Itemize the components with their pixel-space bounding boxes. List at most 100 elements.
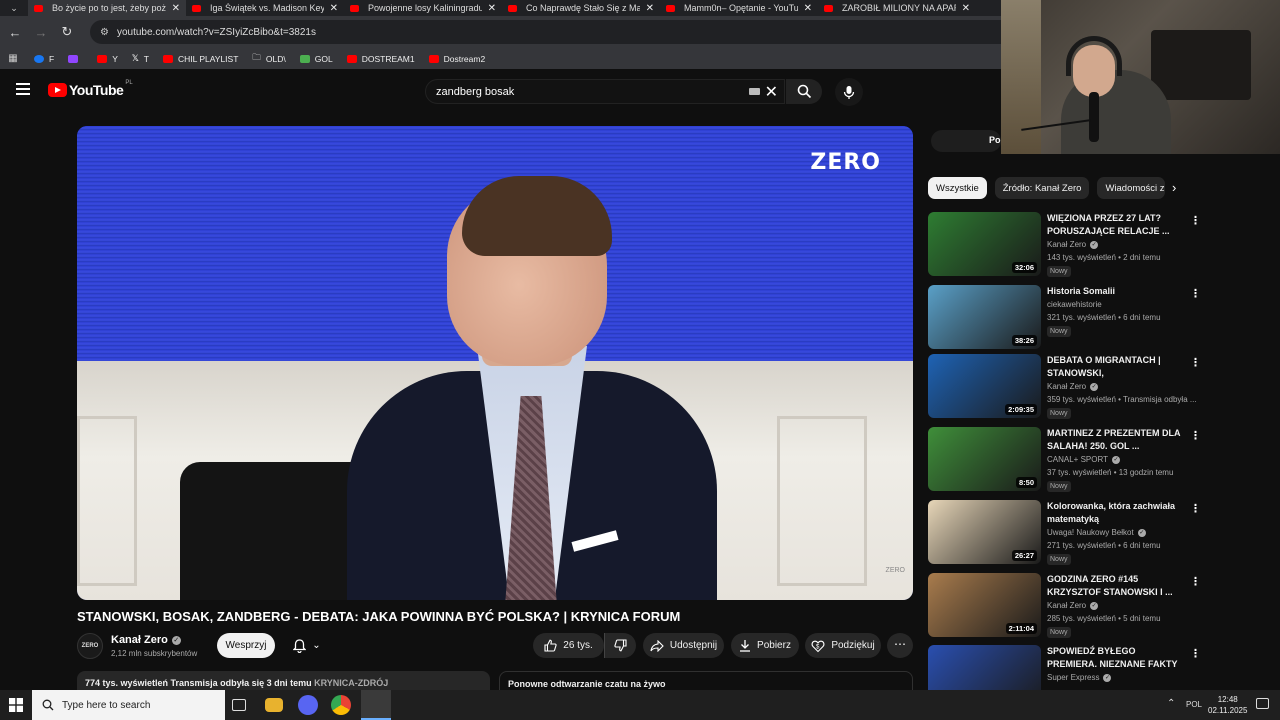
clear-search-icon[interactable]: ✕: [765, 82, 778, 102]
bookmark-gol[interactable]: GOL: [299, 54, 333, 64]
taskbar-search-input[interactable]: Type here to search: [32, 690, 225, 720]
recommendation-item[interactable]: 2:09:35 DEBATA O MIGRANTACH | STANOWSKI, …: [928, 354, 1201, 419]
bookmark-folder-old[interactable]: 🗀 OLD\: [252, 52, 285, 66]
youtube-header: YouTube PL zandberg bosak ✕: [0, 69, 1000, 114]
browser-tab-active[interactable]: Bo życie po to jest, żeby pożyczć ✕: [28, 0, 186, 16]
discord-icon[interactable]: [298, 695, 318, 715]
recommendation-item[interactable]: 38:26 Historia Somalii ciekawehistorie 321 …: [928, 285, 1201, 349]
recommendation-channel[interactable]: Kanał Zero ✓: [1047, 382, 1099, 391]
bookmark-facebook[interactable]: F: [34, 54, 54, 64]
recommendation-title[interactable]: Historia Somalii: [1047, 285, 1182, 298]
back-arrow-icon[interactable]: ←: [2, 25, 28, 40]
video-thumbnail[interactable]: 32:06: [928, 212, 1041, 276]
recommendation-title[interactable]: DEBATA O MIGRANTACH | STANOWSKI, ZAJĄCZK…: [1047, 354, 1182, 381]
taskbar-clock[interactable]: 12:48 02.11.2025: [1208, 694, 1247, 716]
like-button[interactable]: 26 tys.: [533, 633, 604, 658]
obs-icon[interactable]: [361, 690, 391, 720]
recommendation-channel[interactable]: Kanał Zero ✓: [1047, 601, 1099, 610]
tab-title: Iga Świątek vs. Madison Keys |: [210, 3, 324, 13]
bookmark-chil-playlist[interactable]: CHIL PLAYLIST: [162, 54, 238, 64]
more-options-icon[interactable]: ⋮: [1190, 214, 1201, 227]
reload-icon[interactable]: ↻: [54, 24, 80, 40]
dislike-button[interactable]: [604, 633, 636, 658]
bookmark-dostream1[interactable]: DOSTREAM1: [346, 54, 415, 64]
search-input[interactable]: zandberg bosak ✕: [425, 79, 785, 104]
chat-toggle-button[interactable]: Po: [931, 130, 1001, 152]
close-tab-icon[interactable]: ✕: [962, 3, 970, 14]
recommendation-channel[interactable]: Super Express ✓: [1047, 673, 1112, 682]
search-icon: [42, 699, 54, 711]
recommendation-item[interactable]: 2:11:04 GODZINA ZERO #145 KRZYSZTOF STANO…: [928, 573, 1201, 638]
notification-center-icon[interactable]: [1256, 698, 1269, 709]
support-button[interactable]: Wesprzyj: [217, 633, 275, 658]
site-info-icon[interactable]: ⚙: [100, 27, 109, 38]
recommendation-title[interactable]: SPOWIEDŹ BYŁEGO PREMIERA. NIEZNANE FAKTY…: [1047, 645, 1182, 672]
bookmark-x[interactable]: 𝕏T: [132, 53, 149, 64]
more-options-icon[interactable]: ⋮: [1190, 356, 1201, 369]
video-thumbnail[interactable]: 8:50: [928, 427, 1041, 491]
voice-search-button[interactable]: [835, 78, 863, 106]
more-options-icon[interactable]: ⋮: [1190, 647, 1201, 660]
chip-all[interactable]: Wszystkie: [928, 177, 987, 199]
browser-tab[interactable]: Powojenne losy Kaliningradu. P ✕: [344, 0, 502, 16]
forward-arrow-icon[interactable]: →: [28, 25, 54, 40]
recommendation-title[interactable]: MARTINEZ Z PREZENTEM DLA SALAHA! 250. GO…: [1047, 427, 1182, 453]
close-tab-icon[interactable]: ✕: [646, 3, 654, 14]
notification-bell-button[interactable]: ⌄: [283, 633, 331, 658]
more-options-icon[interactable]: ⋮: [1190, 429, 1201, 442]
recommendation-item[interactable]: 8:50 MARTINEZ Z PREZENTEM DLA SALAHA! 250…: [928, 427, 1201, 492]
search-button[interactable]: [786, 79, 822, 104]
input-language[interactable]: POL: [1186, 700, 1202, 709]
video-player[interactable]: ZERO ZERO: [77, 126, 913, 600]
windows-start-button[interactable]: [0, 690, 32, 720]
chat-replay-label: Ponowne odtwarzanie czatu na żywo: [508, 679, 666, 689]
location-tag[interactable]: KRYNICA-ZDRÓJ: [314, 678, 388, 688]
bookmark-youtube[interactable]: Y: [97, 54, 118, 64]
apps-grid-icon[interactable]: ▦: [0, 53, 26, 64]
task-view-icon[interactable]: [232, 699, 246, 711]
close-tab-icon[interactable]: ✕: [172, 3, 180, 14]
video-thumbnail[interactable]: 38:26: [928, 285, 1041, 349]
browser-tab[interactable]: Co Naprawdę Stało Się z Made ✕: [502, 0, 660, 16]
more-options-icon[interactable]: ⋮: [1190, 575, 1201, 588]
keyboard-icon[interactable]: [749, 88, 760, 95]
tray-chevron-up-icon[interactable]: ⌃: [1167, 698, 1175, 709]
video-thumbnail[interactable]: 26:27: [928, 500, 1041, 564]
tab-search-chevron-icon[interactable]: ⌄: [0, 0, 28, 16]
youtube-logo[interactable]: YouTube PL: [48, 80, 133, 98]
recommendation-channel[interactable]: Uwaga! Naukowy Bełkot ✓: [1047, 528, 1146, 537]
recommendation-title[interactable]: Kolorowanka, która zachwiała matematyką: [1047, 500, 1182, 526]
recommendation-item[interactable]: 26:27 Kolorowanka, która zachwiała matema…: [928, 500, 1201, 565]
recommendation-channel[interactable]: CANAL+ SPORT ✓: [1047, 455, 1120, 464]
browser-tab[interactable]: Iga Świątek vs. Madison Keys | ✕: [186, 0, 344, 16]
share-button[interactable]: Udostępnij: [643, 633, 724, 658]
more-options-icon[interactable]: ⋮: [1190, 502, 1201, 515]
video-thumbnail[interactable]: 2:11:04: [928, 573, 1041, 637]
recommendation-channel[interactable]: ciekawehistorie: [1047, 300, 1102, 309]
chip-news[interactable]: Wiadomości z: [1097, 177, 1166, 199]
video-thumbnail[interactable]: 2:09:35: [928, 354, 1041, 418]
chevron-right-icon[interactable]: ›: [1172, 180, 1176, 195]
close-tab-icon[interactable]: ✕: [804, 3, 812, 14]
browser-tab[interactable]: Mamm0n– Opętanie - YouTube ✕: [660, 0, 818, 16]
close-tab-icon[interactable]: ✕: [488, 3, 496, 14]
thanks-button[interactable]: $ Podziękuj: [805, 633, 881, 658]
channel-avatar[interactable]: ZERO: [77, 633, 103, 659]
channel-name-link[interactable]: Kanał Zero ✓: [111, 634, 181, 646]
bookmark-dostream2[interactable]: Dostream2: [428, 54, 485, 64]
close-tab-icon[interactable]: ✕: [330, 3, 338, 14]
file-explorer-icon[interactable]: [265, 698, 283, 712]
browser-tab[interactable]: ZAROBIŁ MILIONY NA APARTA ✕: [818, 0, 976, 16]
streamer-webcam-overlay: [1001, 0, 1280, 154]
more-options-icon[interactable]: ⋮: [1190, 287, 1201, 300]
recommendation-title[interactable]: GODZINA ZERO #145 KRZYSZTOF STANOWSKI I …: [1047, 573, 1182, 599]
bookmark-twitch[interactable]: [68, 54, 83, 63]
hamburger-menu-icon[interactable]: [16, 83, 30, 95]
recommendation-title[interactable]: WIĘZIONA PRZEZ 27 LAT? PORUSZAJĄCE RELAC…: [1047, 212, 1182, 238]
chip-source-channel[interactable]: Źródło: Kanał Zero: [994, 177, 1090, 199]
recommendation-item[interactable]: 32:06 WIĘZIONA PRZEZ 27 LAT? PORUSZAJĄCE …: [928, 212, 1201, 277]
download-button[interactable]: Pobierz: [731, 633, 799, 658]
chrome-icon[interactable]: [331, 695, 351, 715]
more-actions-icon[interactable]: ⋯: [887, 633, 913, 658]
recommendation-channel[interactable]: Kanał Zero ✓: [1047, 240, 1099, 249]
